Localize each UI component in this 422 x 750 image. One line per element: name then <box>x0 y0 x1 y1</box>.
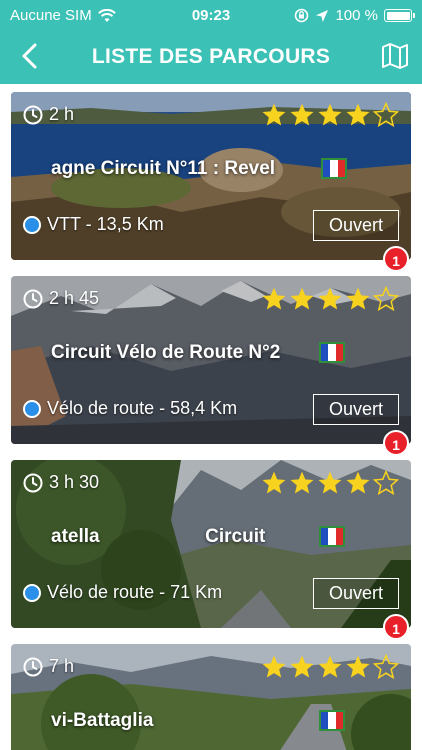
route-type-text: Vélo de route - 58,4 Km <box>47 398 238 418</box>
star-full-icon <box>346 287 370 310</box>
clock-icon <box>23 105 43 124</box>
battery-icon <box>384 9 415 22</box>
battery-percent: 100 % <box>335 7 378 24</box>
rating-stars <box>261 654 399 680</box>
duration: 2 h 45 <box>23 288 99 309</box>
status-button[interactable]: Ouvert <box>313 210 399 241</box>
route-type: Vélo de route - 71 Km <box>23 582 222 603</box>
route-card[interactable]: 7 h vi-Battaglia <box>11 644 411 750</box>
status-button[interactable]: Ouvert <box>313 578 399 609</box>
star-full-icon <box>262 287 286 310</box>
type-dot-icon <box>23 583 41 602</box>
star-full-icon <box>290 103 314 126</box>
clock-icon <box>23 289 43 308</box>
route-name: atella Circuit <box>11 526 411 554</box>
rating-stars <box>261 102 399 128</box>
french-flag-icon <box>321 158 347 179</box>
french-flag-icon <box>319 526 345 547</box>
type-dot-icon <box>23 399 41 418</box>
duration: 3 h 30 <box>23 472 99 493</box>
status-bar: Aucune SIM 09:23 100 % <box>0 0 422 30</box>
notification-badge: 1 <box>383 246 409 272</box>
route-type-text: VTT - 13,5 Km <box>47 214 164 234</box>
clock-icon <box>23 473 43 492</box>
map-icon[interactable] <box>380 41 410 71</box>
route-name: Circuit Vélo de Route N°2 <box>11 342 411 370</box>
navigation-bar: LISTE DES PARCOURS <box>0 30 422 84</box>
star-empty-icon <box>373 654 399 680</box>
star-empty-icon <box>373 102 399 128</box>
route-list: 2 h agne Circuit N°11 : Revel VTT - 13,5… <box>0 84 422 750</box>
french-flag-icon <box>319 342 345 363</box>
star-full-icon <box>262 103 286 126</box>
duration-text: 3 h 30 <box>49 472 100 492</box>
star-full-icon <box>290 471 314 494</box>
star-full-icon <box>318 655 342 678</box>
route-card[interactable]: 2 h 45 Circuit Vélo de Route N°2 Vélo de… <box>11 276 411 444</box>
star-empty-icon <box>373 286 399 312</box>
star-empty-icon <box>373 470 399 496</box>
star-full-icon <box>318 471 342 494</box>
location-arrow-icon <box>316 9 329 22</box>
star-full-icon <box>262 655 286 678</box>
star-full-icon <box>262 471 286 494</box>
route-type: VTT - 13,5 Km <box>23 214 164 235</box>
route-name: agne Circuit N°11 : Revel <box>11 158 411 186</box>
star-full-icon <box>290 287 314 310</box>
rating-stars <box>261 470 399 496</box>
route-card[interactable]: 3 h 30 atella Circuit Vélo de route - 71… <box>11 460 411 628</box>
duration-text: 2 h 45 <box>49 288 100 308</box>
star-full-icon <box>318 287 342 310</box>
rotation-lock-icon <box>295 8 309 23</box>
notification-badge: 1 <box>383 614 409 640</box>
route-card[interactable]: 2 h agne Circuit N°11 : Revel VTT - 13,5… <box>11 92 411 260</box>
page-title: LISTE DES PARCOURS <box>91 45 331 68</box>
duration: 2 h <box>23 104 74 125</box>
status-button[interactable]: Ouvert <box>313 394 399 425</box>
star-full-icon <box>290 655 314 678</box>
french-flag-icon <box>319 710 345 731</box>
star-full-icon <box>318 103 342 126</box>
notification-badge: 1 <box>383 430 409 456</box>
duration: 7 h <box>23 656 74 677</box>
star-full-icon <box>346 103 370 126</box>
route-type-text: Vélo de route - 71 Km <box>47 582 223 602</box>
route-name: vi-Battaglia <box>11 710 411 738</box>
star-full-icon <box>346 471 370 494</box>
star-full-icon <box>346 655 370 678</box>
rating-stars <box>261 286 399 312</box>
duration-text: 2 h <box>49 104 75 124</box>
route-type: Vélo de route - 58,4 Km <box>23 398 237 419</box>
type-dot-icon <box>23 215 41 234</box>
duration-text: 7 h <box>49 656 75 676</box>
clock-icon <box>23 657 43 676</box>
